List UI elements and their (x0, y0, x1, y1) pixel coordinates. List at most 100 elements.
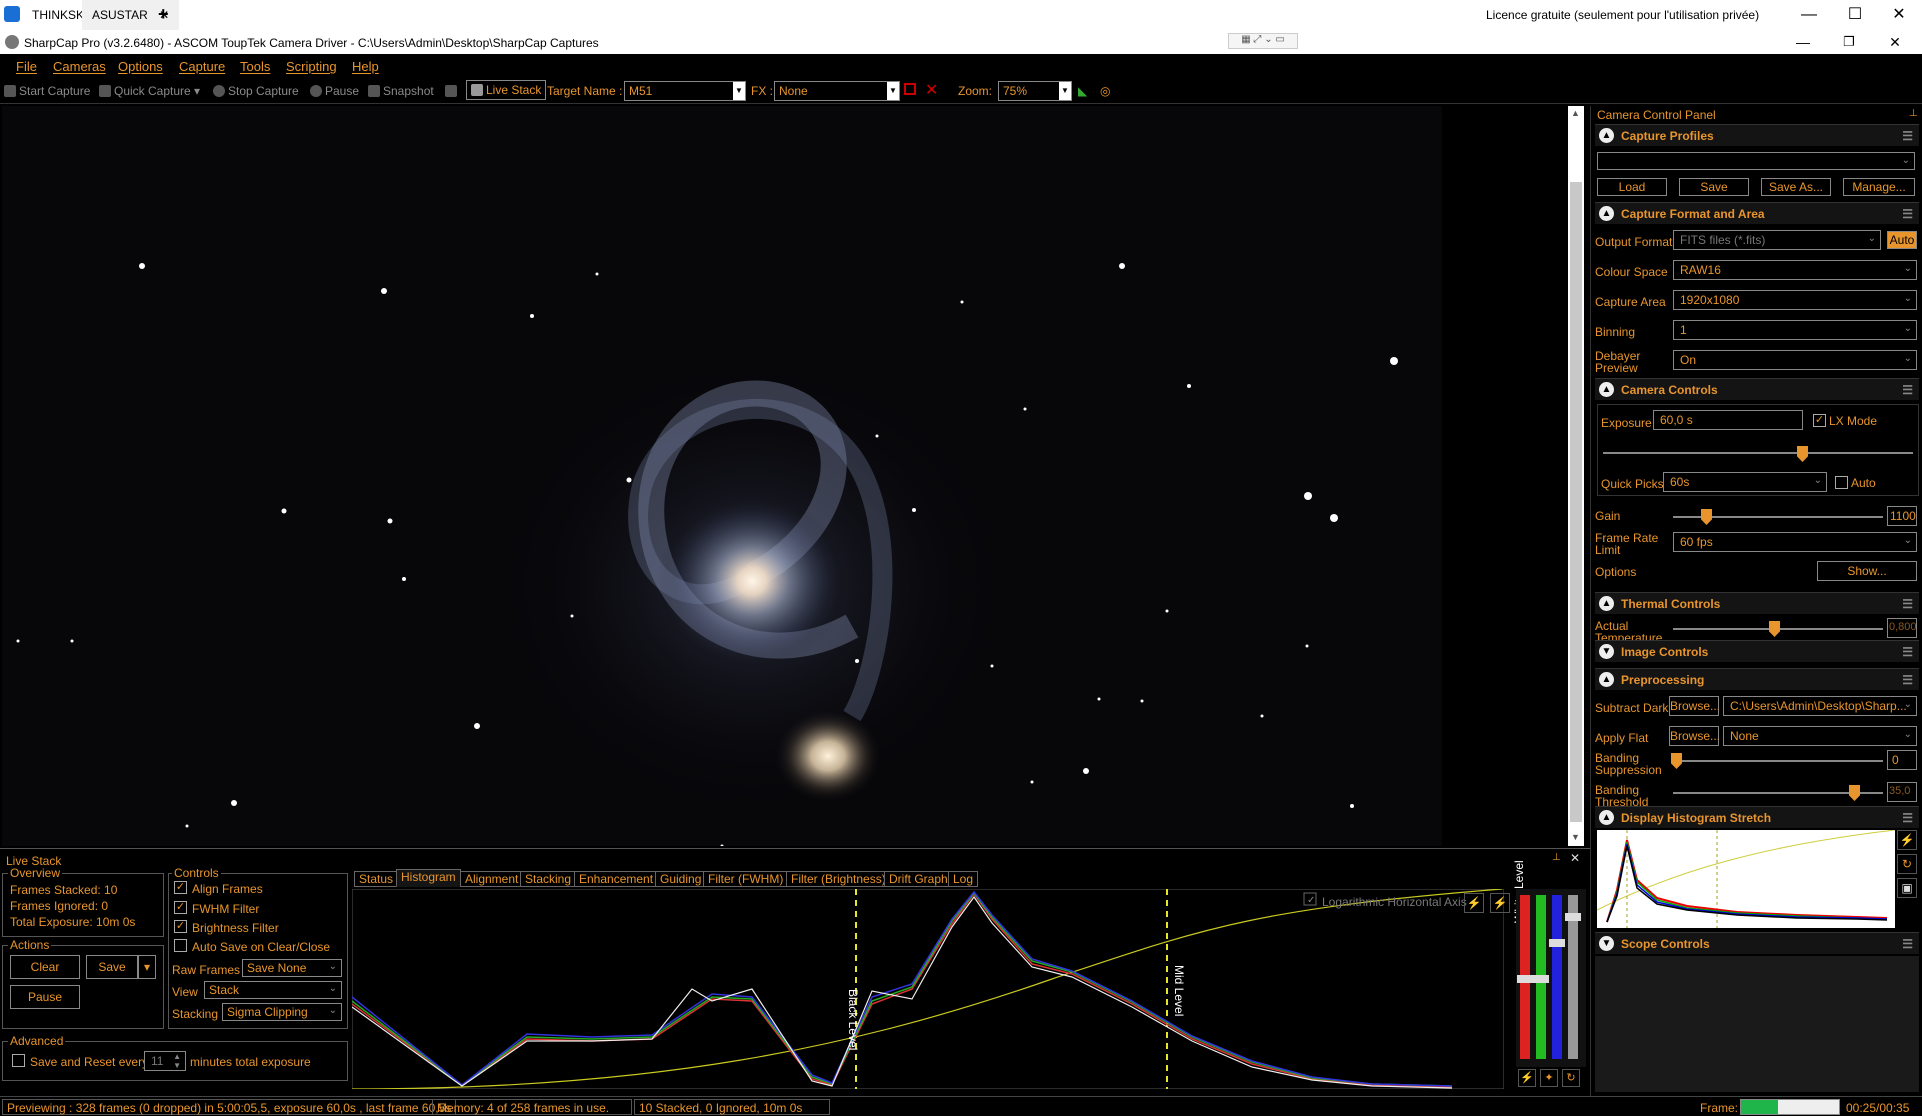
quick-capture-button[interactable]: Quick Capture ▾ (99, 84, 200, 98)
section-image-controls[interactable]: ▼ Image Controls ☰ (1595, 640, 1919, 662)
menu-scripting[interactable]: Scripting (286, 59, 337, 74)
colour-space-select[interactable]: RAW16 ⌄ (1673, 260, 1917, 280)
banding-supp-input[interactable]: 0 (1887, 750, 1917, 770)
close-window-icon[interactable]: ✕ (1876, 0, 1922, 30)
banding-supp-slider-thumb[interactable] (1671, 753, 1682, 769)
section-camera-controls[interactable]: ▲ Camera Controls ☰ (1595, 378, 1919, 400)
tab-filter-fwhm[interactable]: Filter (FWHM) (703, 871, 789, 887)
maximize-icon[interactable]: ☐ (1832, 0, 1878, 30)
remote-toolbar-icons[interactable]: ▦ ⤢ ⌄ ▭ (1228, 33, 1298, 49)
histogram-auto-icon-2[interactable]: ⚡ (1490, 893, 1510, 913)
banding-supp-slider[interactable] (1673, 760, 1883, 762)
quick-picks-select[interactable]: 60s ⌄ (1663, 472, 1827, 492)
exposure-auto-checkbox[interactable] (1835, 476, 1848, 489)
menu-icon[interactable]: ☰ (1902, 129, 1913, 143)
section-thermal-controls[interactable]: ▲ Thermal Controls ☰ (1595, 592, 1919, 614)
channel-reset-icon[interactable]: ↻ (1562, 1069, 1580, 1087)
tab-stacking[interactable]: Stacking (520, 871, 577, 887)
target-name-input[interactable]: M51 ▼ (624, 81, 746, 101)
exposure-slider[interactable] (1603, 452, 1913, 454)
zoom-select[interactable]: 75% ▼ (998, 81, 1072, 101)
menu-icon[interactable]: ☰ (1902, 383, 1913, 397)
image-viewport[interactable] (2, 106, 1442, 846)
live-stack-histogram[interactable]: ✓ (352, 889, 1504, 1089)
menu-cameras[interactable]: Cameras (53, 59, 106, 74)
menu-options[interactable]: Options (118, 59, 163, 74)
luminance-slider-handle[interactable] (1565, 913, 1581, 921)
channel-sliders[interactable] (1516, 889, 1586, 1067)
profile-load-button[interactable]: Load (1597, 178, 1667, 196)
live-stack-button[interactable]: Live Stack (466, 80, 547, 100)
output-format-select[interactable]: FITS files (*.fits) ⌄ (1673, 230, 1881, 250)
section-preprocessing[interactable]: ▲ Preprocessing ☰ (1595, 668, 1919, 690)
tab-alignment[interactable]: Alignment (460, 871, 524, 887)
menu-icon[interactable]: ☰ (1902, 811, 1913, 825)
tab-enhancement[interactable]: Enhancement (574, 871, 659, 887)
menu-help[interactable]: Help (352, 59, 379, 74)
scroll-thumb[interactable] (1570, 182, 1582, 822)
blue-channel-bar[interactable] (1552, 895, 1562, 1059)
profile-save-button[interactable]: Save (1679, 178, 1749, 196)
start-capture-button[interactable]: Start Capture (4, 84, 90, 98)
gain-slider-thumb[interactable] (1701, 509, 1712, 525)
align-frames-checkbox[interactable]: ✓ (174, 881, 187, 894)
save-stretch-icon[interactable]: ▣ (1897, 878, 1917, 898)
app-minimize-icon[interactable]: — (1780, 27, 1826, 57)
flat-select[interactable]: None ⌄ (1723, 726, 1917, 746)
view-select[interactable]: Stack ⌄ (204, 981, 342, 999)
clear-button[interactable]: Clear (10, 955, 80, 979)
menu-capture[interactable]: Capture (179, 59, 225, 74)
banding-thr-input[interactable]: 35,0 (1887, 782, 1917, 802)
histogram-icon[interactable]: ◣ (1078, 84, 1087, 98)
brightness-filter-checkbox[interactable]: ✓ (174, 920, 187, 933)
dark-browse-button[interactable]: Browse... (1669, 696, 1720, 716)
app-restore-icon[interactable]: ❐ (1826, 27, 1872, 57)
banding-thr-slider-thumb[interactable] (1849, 785, 1860, 801)
menu-tools[interactable]: Tools (240, 59, 270, 74)
stop-capture-button[interactable]: Stop Capture (213, 84, 299, 98)
close-live-stack-icon[interactable]: ✕ (1570, 851, 1580, 865)
pause-button[interactable]: Pause (310, 84, 359, 98)
section-capture-format[interactable]: ▲ Capture Format and Area ☰ (1595, 202, 1919, 224)
options-show-button[interactable]: Show... (1817, 561, 1917, 581)
section-capture-profiles[interactable]: ▲ Capture Profiles ☰ (1595, 124, 1919, 146)
tab-drift-graph[interactable]: Drift Graph (884, 871, 953, 887)
minutes-input[interactable]: 11 ▲ ▼ (144, 1051, 186, 1071)
binning-select[interactable]: 1 ⌄ (1673, 320, 1917, 340)
scroll-up-icon[interactable]: ▲ (1571, 108, 1580, 118)
save-menu-button[interactable]: ▾ (138, 955, 156, 979)
histogram-auto-icon[interactable]: ⚡ (1464, 893, 1484, 913)
tab-log[interactable]: Log (948, 871, 979, 887)
channel-auto-icon[interactable]: ⚡ (1518, 1069, 1536, 1087)
display-icon[interactable] (445, 84, 460, 98)
tab-guiding[interactable]: Guiding (655, 871, 707, 887)
lx-mode-checkbox[interactable]: ✓ (1813, 414, 1826, 427)
raw-frames-select[interactable]: Save None ⌄ (242, 959, 342, 977)
auto-stretch-icon[interactable]: ⚡ (1897, 830, 1917, 850)
scroll-down-icon[interactable]: ▼ (1571, 832, 1580, 842)
gain-input[interactable]: 1100 (1887, 506, 1917, 526)
app-close-icon[interactable]: ✕ (1872, 27, 1918, 57)
autosave-checkbox[interactable] (174, 939, 187, 952)
section-scope-controls[interactable]: ▼ Scope Controls ☰ (1595, 932, 1919, 954)
channel-star-icon[interactable]: ✦ (1540, 1069, 1558, 1087)
add-tab-icon[interactable]: + (158, 4, 169, 25)
crosshair-icon[interactable]: ✕ (925, 80, 938, 100)
fx-select[interactable]: None ▼ (774, 81, 900, 101)
tab-histogram[interactable]: Histogram (396, 869, 461, 887)
frame-rate-select[interactable]: 60 fps ⌄ (1673, 532, 1917, 552)
green-slider-handle[interactable] (1533, 975, 1549, 983)
pin-icon[interactable]: ⊥ (1909, 108, 1918, 119)
minimize-icon[interactable]: — (1786, 0, 1832, 30)
reset-stretch-icon[interactable]: ↻ (1897, 854, 1917, 874)
pin-icon[interactable]: ⊥ (1552, 852, 1561, 863)
output-auto-button[interactable]: Auto (1887, 231, 1917, 249)
stacking-select[interactable]: Sigma Clipping ⌄ (222, 1003, 342, 1021)
menu-icon[interactable]: ☰ (1902, 207, 1913, 221)
menu-icon[interactable]: ☰ (1902, 673, 1913, 687)
profile-select[interactable]: ⌄ (1597, 152, 1915, 170)
save-button[interactable]: Save (86, 955, 138, 979)
focus-icon[interactable]: ◎ (1100, 84, 1110, 98)
capture-area-select[interactable]: 1920x1080 ⌄ (1673, 290, 1917, 310)
record-icon[interactable] (904, 83, 916, 95)
